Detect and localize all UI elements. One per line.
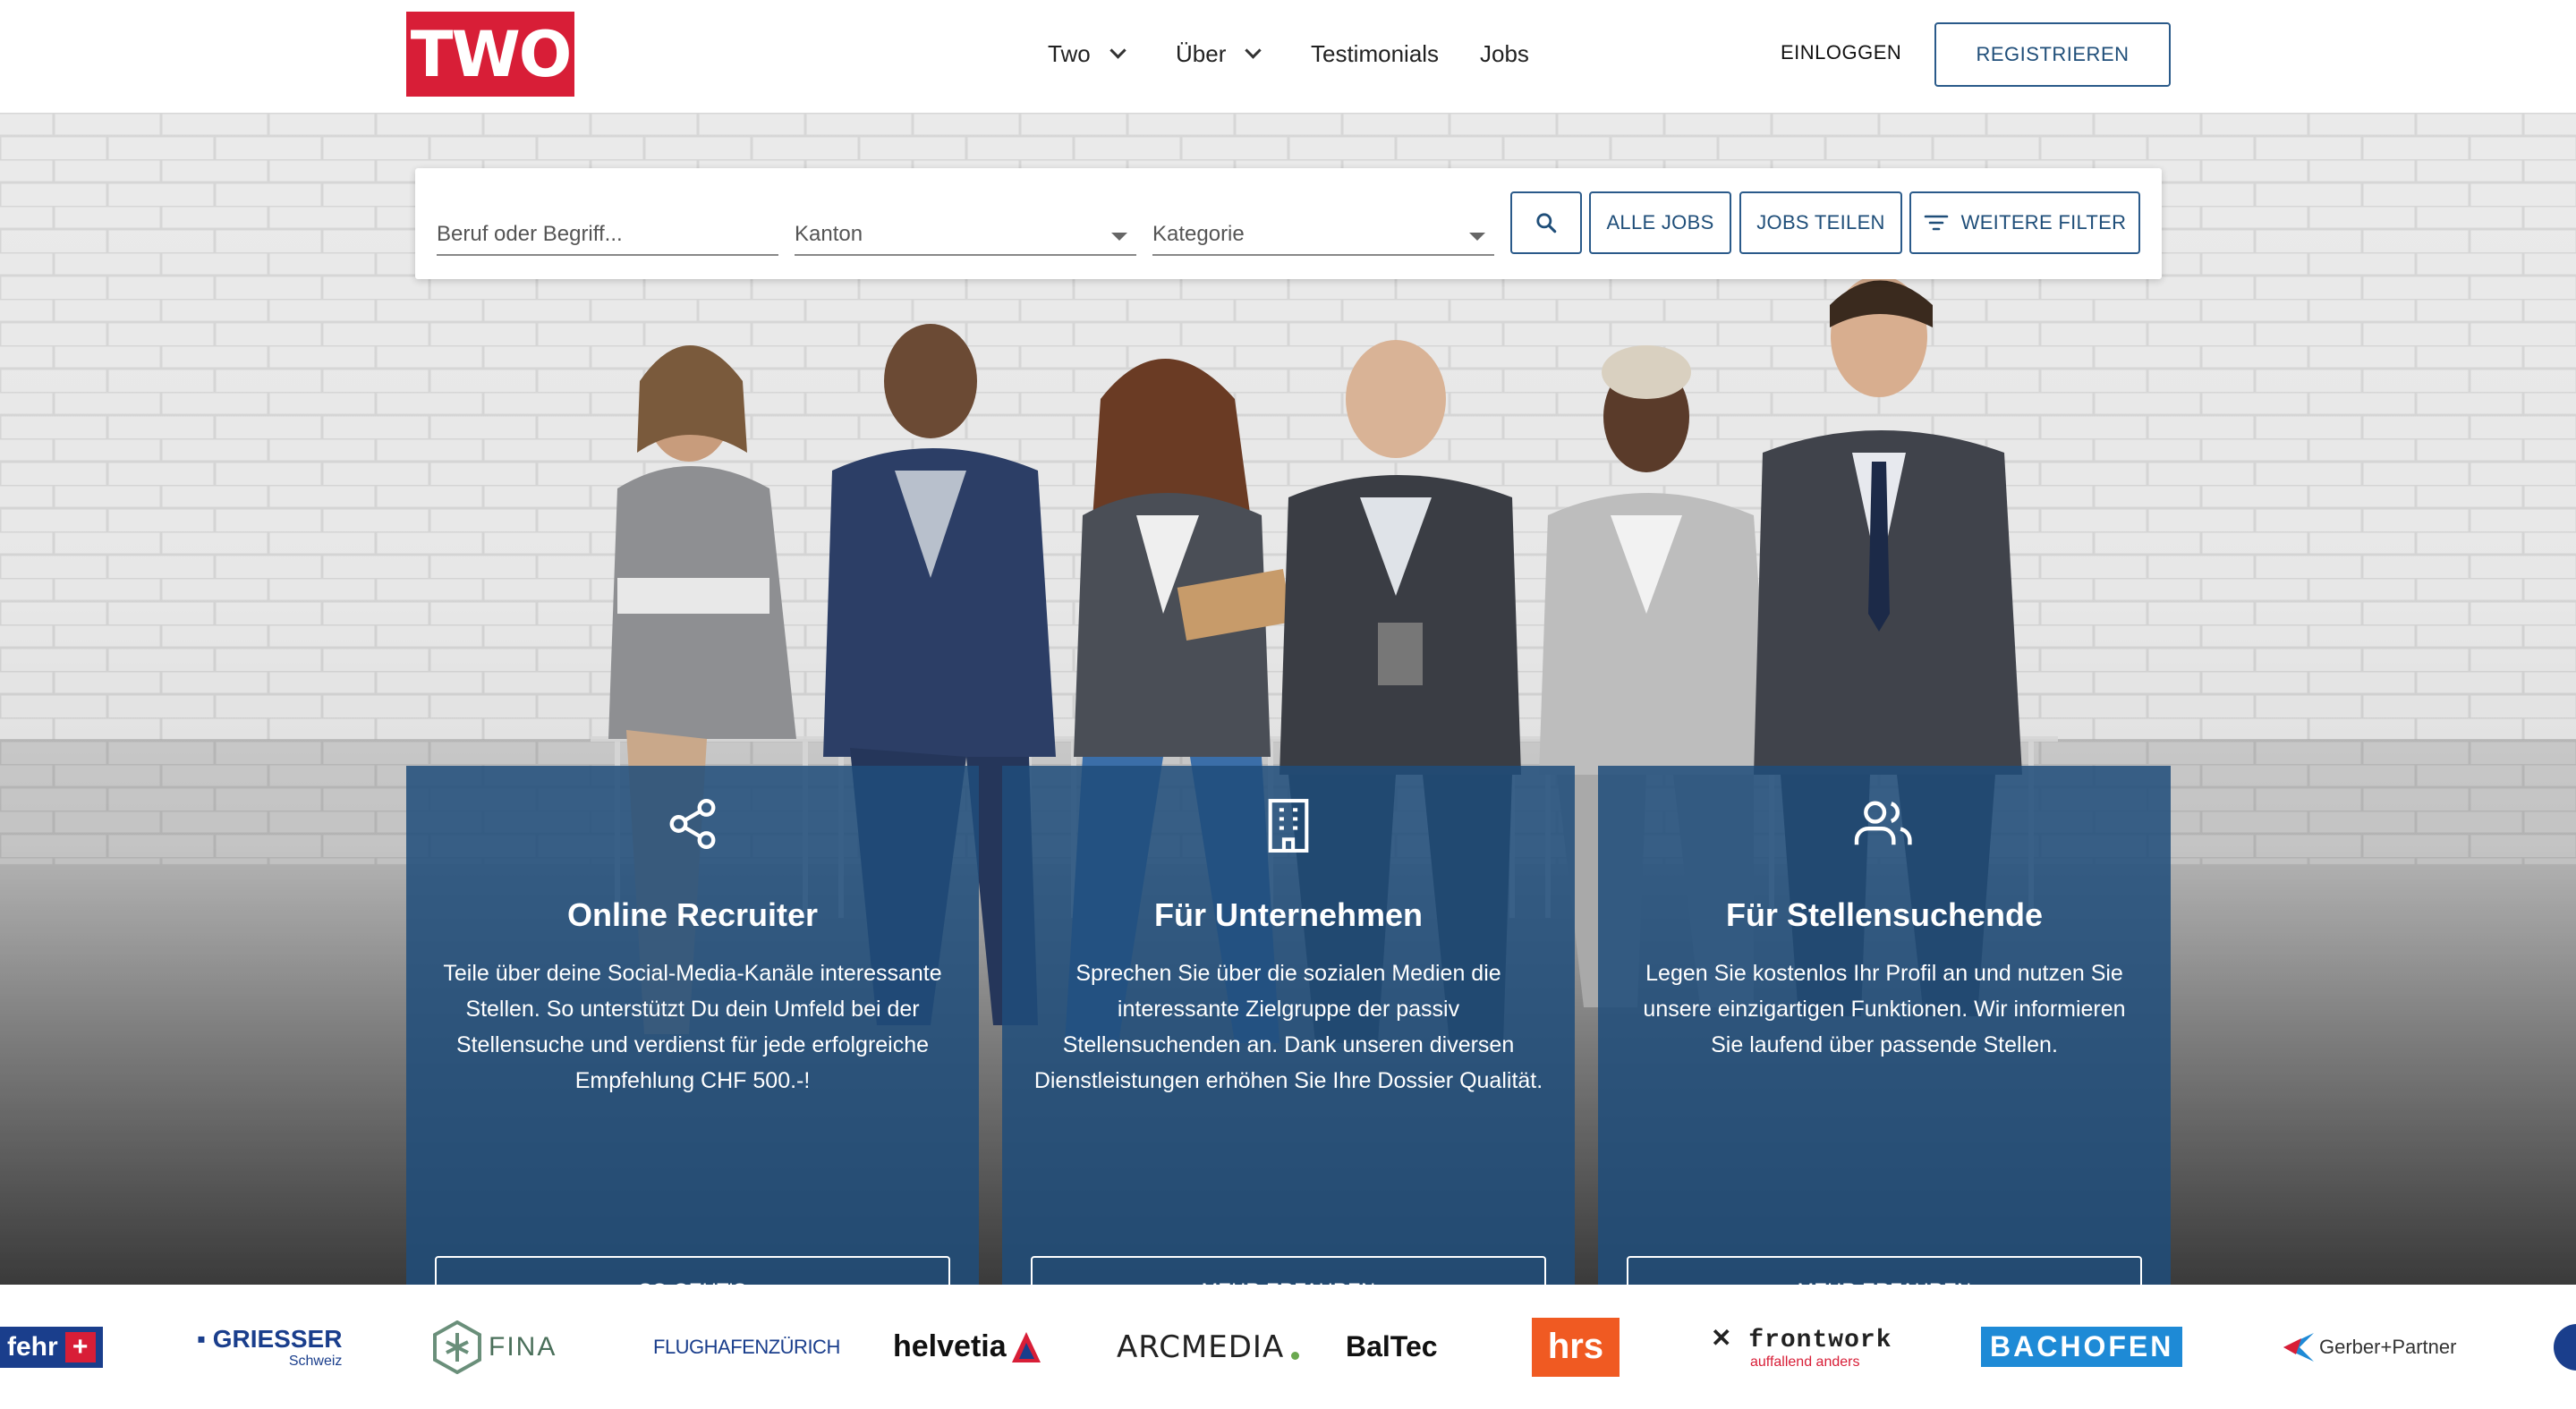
partner-logo-strip: fehr + ▪ GRIESSER Schweiz FINA FLUGHAFEN…	[0, 1285, 2576, 1409]
gerber-partner-emblem-icon	[2283, 1332, 2314, 1362]
nav-two[interactable]: Two	[1048, 34, 1126, 73]
griesser-logo[interactable]: ▪ GRIESSER Schweiz	[197, 1285, 342, 1409]
fina-emblem-icon	[433, 1320, 481, 1374]
fina-logo[interactable]: FINA	[433, 1285, 557, 1409]
helvetia-logo[interactable]: helvetia	[893, 1285, 1042, 1409]
card-title: Für Stellensuchende	[1725, 896, 2044, 933]
chevron-down-icon	[1109, 41, 1126, 59]
keyword-input[interactable]: Beruf oder Begriff...	[437, 213, 778, 256]
more-filters-button[interactable]: WEITERE FILTER	[1909, 191, 2140, 254]
helvetia-logo-text: helvetia	[893, 1329, 1007, 1363]
mehr-erfahren-button[interactable]: MEHR ERFAHREN	[1627, 1256, 2142, 1285]
nav-uber-label: Über	[1176, 39, 1227, 67]
dropdown-arrow-icon	[1111, 233, 1127, 241]
so-gehts-button[interactable]: SO GEHT'S	[435, 1256, 950, 1285]
building-icon	[1002, 796, 1575, 855]
fina-logo-text: FINA	[489, 1331, 557, 1362]
dropdown-arrow-icon	[1469, 233, 1485, 241]
griesser-logo-text: GRIESSER	[212, 1324, 343, 1353]
griesser-sub: Schweiz	[288, 1353, 343, 1369]
gerber-logo-text: Gerber+Partner	[2319, 1335, 2457, 1358]
share-jobs-button[interactable]: JOBS TEILEN	[1739, 191, 1902, 254]
helvetia-triangle-icon	[1011, 1331, 1041, 1362]
search-icon	[1536, 213, 1557, 233]
kanton-select[interactable]: Kanton	[795, 213, 1136, 256]
site-header: TWO Two Über Testimonials Jobs EINLOGGEN…	[0, 0, 2576, 113]
card-text: Legen Sie kostenlos Ihr Profil an und nu…	[1643, 961, 2126, 1057]
users-icon	[1598, 796, 2171, 852]
fehr-logo-text: fehr	[7, 1331, 58, 1362]
search-button[interactable]	[1510, 191, 1582, 254]
mehr-erfahren-button[interactable]: MEHR ERFAHREN	[1031, 1256, 1546, 1285]
card-text: Teile über deine Social-Media-Kanäle int…	[443, 961, 942, 1093]
card-fur-stellensuchende: Für Stellensuchende Legen Sie kostenlos …	[1598, 766, 2171, 1285]
filter-icon	[1924, 215, 1948, 231]
nav-uber[interactable]: Über	[1176, 34, 1262, 73]
nav-testimonials-label: Testimonials	[1311, 39, 1440, 67]
chevron-down-icon	[1245, 41, 1262, 59]
more-filters-label: WEITERE FILTER	[1960, 211, 2127, 233]
bachofen-logo[interactable]: BACHOFEN	[1981, 1285, 2183, 1409]
partial-logo[interactable]	[2554, 1285, 2576, 1409]
baltec-logo-text: BalTec	[1346, 1330, 1438, 1362]
gerber-partner-logo[interactable]: Gerber+Partner	[2280, 1285, 2456, 1409]
all-jobs-button[interactable]: ALLE JOBS	[1589, 191, 1731, 254]
bachofen-logo-text: BACHOFEN	[1990, 1330, 2174, 1362]
card-online-recruiter: Online Recruiter Teile über deine Social…	[406, 766, 979, 1285]
kanton-label: Kanton	[795, 222, 863, 246]
card-text: Sprechen Sie über die sozialen Medien di…	[1033, 961, 1543, 1093]
hrs-logo-text: hrs	[1547, 1327, 1604, 1366]
nav-jobs[interactable]: Jobs	[1480, 34, 1529, 73]
card-fur-unternehmen: Für Unternehmen Sprechen Sie über die so…	[1002, 766, 1575, 1285]
kategorie-select[interactable]: Kategorie	[1152, 213, 1494, 256]
nav-two-label: Two	[1048, 39, 1091, 67]
card-title: Für Unternehmen	[1153, 896, 1424, 933]
card-title: Online Recruiter	[566, 896, 819, 933]
nav-testimonials[interactable]: Testimonials	[1311, 34, 1439, 73]
hrs-logo[interactable]: hrs	[1532, 1285, 1620, 1409]
keyword-placeholder: Beruf oder Begriff...	[437, 222, 623, 246]
hero-section: Beruf oder Begriff... Kanton Kategorie A…	[0, 113, 2576, 1285]
nav-jobs-label: Jobs	[1480, 39, 1529, 67]
flughafen-zurich-logo[interactable]: FLUGHAFENZÜRICH	[653, 1285, 840, 1409]
share-icon	[406, 796, 979, 852]
flughafen-logo-text: FLUGHAFENZÜRICH	[653, 1335, 840, 1358]
kategorie-label: Kategorie	[1152, 222, 1245, 246]
fehr-logo[interactable]: fehr +	[0, 1285, 103, 1409]
arcmedia-logo-text: ARCMEDIA	[1117, 1328, 1285, 1365]
register-button[interactable]: REGISTRIEREN	[1934, 22, 2171, 87]
login-link[interactable]: EINLOGGEN	[1781, 41, 1901, 64]
two-logo[interactable]: TWO	[406, 12, 574, 97]
baltec-logo[interactable]: BalTec	[1346, 1285, 1438, 1409]
frontwork-logo[interactable]: ✕ frontwork auffallend anders	[1711, 1285, 1892, 1409]
arcmedia-logo[interactable]: ARCMEDIA	[1117, 1285, 1300, 1409]
frontwork-sub: auffallend anders	[1750, 1354, 1860, 1370]
frontwork-logo-text: frontwork	[1748, 1327, 1892, 1354]
